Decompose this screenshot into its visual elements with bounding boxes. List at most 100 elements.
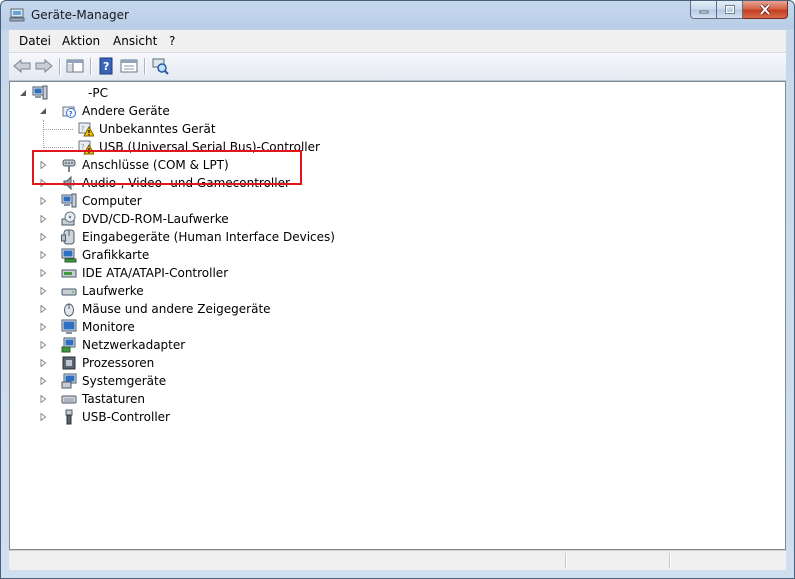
- tree-node-category[interactable]: Mäuse und andere Zeigegeräte: [10, 300, 570, 318]
- expand-arrow-icon[interactable]: [39, 377, 47, 385]
- expand-arrow-icon[interactable]: [39, 323, 47, 331]
- tree-node-category[interactable]: Prozessoren: [10, 354, 570, 372]
- tree-node-category[interactable]: Laufwerke: [10, 282, 570, 300]
- back-button[interactable]: [12, 56, 32, 76]
- svg-text:?: ?: [69, 110, 73, 118]
- tree-node-label: Tastaturen: [82, 392, 145, 406]
- title-bar[interactable]: Geräte-Manager: [1, 1, 794, 30]
- expand-arrow-icon[interactable]: [39, 305, 47, 313]
- tree-node-label: Monitore: [82, 320, 135, 334]
- expand-arrow-icon[interactable]: [39, 269, 47, 277]
- expand-arrow-icon[interactable]: [39, 413, 47, 421]
- ide-controller-icon: [61, 269, 77, 278]
- expand-arrow-icon[interactable]: [39, 359, 47, 367]
- window-title: Geräte-Manager: [31, 8, 129, 22]
- hid-icon: [61, 229, 75, 245]
- console-tree-icon: [66, 59, 84, 73]
- tree-node-category[interactable]: Netzwerkadapter: [10, 336, 570, 354]
- expand-arrow-icon[interactable]: [39, 341, 47, 349]
- tree-node-category[interactable]: Tastaturen: [10, 390, 570, 408]
- tree-node-child[interactable]: ? Unbekanntes Gerät: [10, 120, 570, 138]
- tree-node-label: DVD/CD-ROM-Laufwerke: [82, 212, 229, 226]
- tree-node-category[interactable]: USB-Controller: [10, 408, 570, 426]
- tree-node-category[interactable]: Monitore: [10, 318, 570, 336]
- collapse-arrow-icon[interactable]: [19, 89, 27, 97]
- processor-icon: [62, 356, 76, 370]
- tree-node-category[interactable]: DVD/CD-ROM-Laufwerke: [10, 210, 570, 228]
- menu-ansicht[interactable]: Ansicht: [113, 34, 157, 48]
- expand-arrow-icon[interactable]: [39, 395, 47, 403]
- mouse-icon: [64, 303, 74, 317]
- monitor-icon: [61, 319, 77, 334]
- tree-node-label: Prozessoren: [82, 356, 155, 370]
- scan-hardware-button[interactable]: [150, 56, 170, 76]
- menu-bar: Datei Aktion Ansicht ?: [9, 30, 786, 53]
- device-manager-window: Geräte-Manager Datei Aktion Ansicht ? ? …: [0, 0, 795, 579]
- tree-node-category[interactable]: Grafikkarte: [10, 246, 570, 264]
- expand-arrow-icon[interactable]: [39, 197, 47, 205]
- tree-connector-line: [43, 129, 73, 130]
- svg-text:?: ?: [103, 60, 109, 73]
- arrow-right-icon: [35, 59, 53, 73]
- computer-icon: [32, 85, 48, 100]
- properties-icon: [120, 59, 138, 73]
- close-icon: [759, 4, 771, 15]
- close-button[interactable]: [743, 1, 788, 19]
- device-tree[interactable]: -PC? Andere Geräte? Unbekanntes Gerät? USB …: [9, 81, 786, 550]
- properties-button[interactable]: [119, 56, 139, 76]
- scan-hardware-icon: [152, 58, 169, 75]
- device-manager-app-icon: [9, 8, 25, 22]
- menu-aktion[interactable]: Aktion: [62, 34, 100, 48]
- tree-node-label: Unbekanntes Gerät: [99, 122, 216, 136]
- tree-node-label: Systemgeräte: [82, 374, 167, 388]
- tree-node-category[interactable]: IDE ATA/ATAPI-Controller: [10, 264, 570, 282]
- client-area: Datei Aktion Ansicht ? ? -PC ? Andere Ge…: [9, 30, 786, 570]
- hard-drive-icon: [61, 288, 77, 296]
- expand-arrow-icon[interactable]: [39, 287, 47, 295]
- minimize-button[interactable]: [690, 1, 717, 19]
- tree-node-category[interactable]: ? Andere Geräte: [10, 102, 570, 120]
- tree-connector-line: [43, 120, 44, 148]
- tree-node-label: Mäuse und andere Zeigegeräte: [82, 302, 271, 316]
- display-adapter-icon: [61, 248, 77, 263]
- computer-icon: [61, 193, 77, 208]
- tree-connector-line: [43, 147, 73, 148]
- network-adapter-icon: [61, 337, 76, 353]
- disc-drive-icon: [61, 211, 76, 226]
- tree-node-label: USB-Controller: [82, 410, 170, 424]
- forward-button[interactable]: [34, 56, 54, 76]
- tree-node-label: IDE ATA/ATAPI-Controller: [82, 266, 229, 280]
- keyboard-icon: [61, 395, 77, 404]
- help-button[interactable]: ?: [96, 56, 116, 76]
- tree-node-label: -PC: [88, 86, 108, 100]
- status-bar: [9, 550, 786, 570]
- expand-arrow-icon[interactable]: [39, 251, 47, 259]
- menu-datei[interactable]: Datei: [19, 34, 51, 48]
- tree-node-category[interactable]: Systemgeräte: [10, 372, 570, 390]
- tree-node-label: Eingabegeräte (Human Interface Devices): [82, 230, 335, 244]
- usb-icon: [65, 409, 73, 425]
- expand-arrow-icon[interactable]: [39, 233, 47, 241]
- tree-node-category[interactable]: Computer: [10, 192, 570, 210]
- menu-help[interactable]: ?: [169, 34, 175, 48]
- tree-node-root[interactable]: -PC: [10, 84, 570, 102]
- warning-device-icon: ?: [78, 122, 94, 137]
- highlight-box: [32, 150, 302, 185]
- maximize-icon: [724, 5, 735, 14]
- tree-node-label: Computer: [82, 194, 142, 208]
- collapse-arrow-icon[interactable]: [39, 107, 47, 115]
- minimize-icon: [699, 10, 708, 13]
- tree-node-category[interactable]: Eingabegeräte (Human Interface Devices): [10, 228, 570, 246]
- tree-node-label: Netzwerkadapter: [82, 338, 186, 352]
- svg-text:?: ?: [81, 125, 85, 133]
- show-hide-console-tree-button[interactable]: [65, 56, 85, 76]
- expand-arrow-icon[interactable]: [39, 215, 47, 223]
- help-book-icon: ?: [99, 57, 113, 75]
- system-device-icon: [61, 373, 77, 389]
- maximize-button[interactable]: [717, 1, 743, 19]
- arrow-left-icon: [13, 59, 31, 73]
- toolbar: ?: [9, 53, 786, 81]
- tree-node-label: Grafikkarte: [82, 248, 150, 262]
- unknown-device-icon: ?: [62, 106, 76, 118]
- tree-node-label: Laufwerke: [82, 284, 144, 298]
